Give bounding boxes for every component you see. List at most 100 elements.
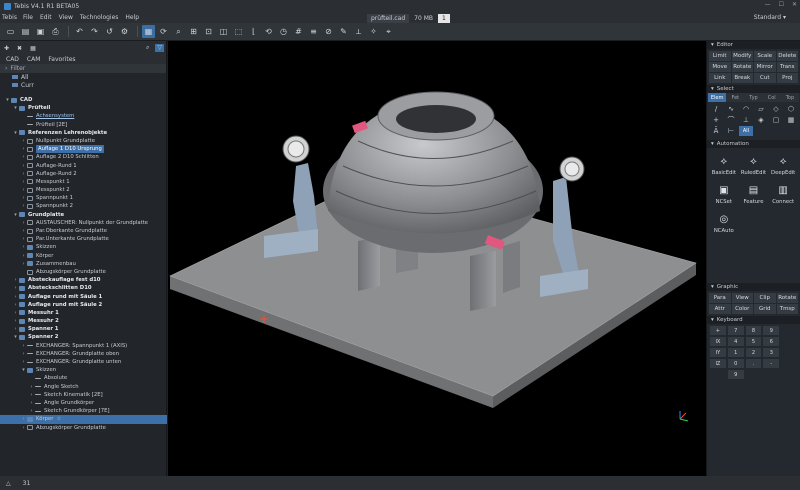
tree-item[interactable]: › Angle Grundkörper [0, 399, 167, 407]
tree-item[interactable]: Achsensystem [0, 112, 167, 120]
add-icon[interactable]: ✚ [4, 45, 9, 52]
collapse-icon[interactable]: › [20, 227, 27, 235]
tab-elem[interactable]: Elem [708, 93, 727, 102]
point-icon[interactable]: + [709, 115, 723, 125]
face-icon[interactable]: ◇ [769, 104, 783, 114]
ncauto-button[interactable]: ◎ NCAuto [710, 208, 738, 235]
tree-item[interactable]: › Spanner 1 [0, 325, 167, 333]
warning-icon[interactable]: △ [6, 480, 11, 487]
tree-item[interactable]: Absolute [0, 374, 167, 382]
keypad-key[interactable]: IY [710, 348, 726, 357]
collapse-icon[interactable]: › [20, 415, 27, 423]
tree-item[interactable]: › Auflage-Rund 1 [0, 162, 167, 170]
tools-icon[interactable]: ✖ [17, 45, 22, 52]
connect-button[interactable]: ▥ Connect [769, 179, 797, 206]
layer-icon[interactable]: ≡ [307, 25, 320, 38]
collapse-icon[interactable]: › [20, 235, 27, 243]
menu-app[interactable]: Tebis [2, 14, 17, 21]
analysis-icon[interactable]: ✧ [367, 25, 380, 38]
collapse-icon[interactable]: › [20, 219, 27, 227]
collapse-icon[interactable]: › [28, 383, 35, 391]
camera-icon[interactable]: ⌖ [382, 25, 395, 38]
para-button[interactable]: Para [709, 293, 731, 303]
tree-item[interactable]: › Abzugskörper Grundplatte [0, 424, 167, 432]
collapse-icon[interactable]: ▾ [711, 317, 714, 323]
tab-cad[interactable]: CAD [6, 56, 19, 63]
collapse-icon[interactable]: › [28, 399, 35, 407]
rotate-view-icon[interactable]: ⟲ [262, 25, 275, 38]
collapse-icon[interactable]: › [20, 202, 27, 210]
keypad-key[interactable]: 1 [727, 348, 744, 357]
tree-item[interactable]: › Sketch Grundkörper [7E] [0, 407, 167, 415]
dimension-icon[interactable]: ⊢ [724, 126, 738, 136]
tree-item[interactable]: › Spannpunkt 1 [0, 194, 167, 202]
refresh-icon[interactable]: ⟳ [157, 25, 170, 38]
tree-item[interactable]: › Spannpunkt 2 [0, 202, 167, 210]
keypad-key[interactable]: 7 [727, 326, 744, 335]
document-name[interactable]: prüfteil.cad [367, 13, 410, 23]
line-icon[interactable]: / [709, 104, 723, 114]
expand-icon[interactable]: ▾ [12, 104, 19, 112]
keypad-key[interactable]: . [745, 359, 762, 368]
close-icon[interactable]: ✕ [792, 1, 797, 8]
tree-item[interactable]: › Par.Unterkante Grundplatte [0, 235, 167, 243]
tree-item[interactable]: › Körper ☆ [0, 415, 167, 424]
zoom-fit-icon[interactable]: ⊞ [187, 25, 200, 38]
keypad-key[interactable]: + [710, 326, 726, 335]
menu-edit[interactable]: Edit [40, 14, 52, 21]
tab-typ[interactable]: Typ [744, 93, 763, 102]
expand-icon[interactable]: ▾ [12, 129, 19, 137]
tree-item[interactable]: › EXCHANGER: Grundplatte unten [0, 358, 167, 366]
tree-item[interactable]: › EXCHANGER: Spannpunkt 1 (AXIS) [0, 342, 167, 350]
collapse-icon[interactable]: › [12, 276, 19, 284]
collapse-icon[interactable]: › [20, 243, 27, 251]
ncset-button[interactable]: ▣ NCSet [710, 179, 738, 206]
box-icon[interactable]: ▢ [769, 115, 783, 125]
collapse-icon[interactable]: › [20, 153, 27, 161]
collapse-icon[interactable]: › [20, 358, 27, 366]
tree-item[interactable]: › Zusammenbau [0, 260, 167, 268]
tools-icon[interactable]: ✎ [337, 25, 350, 38]
timer-icon[interactable]: ◷ [277, 25, 290, 38]
keypad-key[interactable]: IX [710, 337, 726, 346]
3d-viewport[interactable] [168, 41, 706, 476]
tree-item[interactable]: › EXCHANGER: Grundplatte oben [0, 350, 167, 358]
tree-item[interactable]: › Auflage rund mit Säule 2 [0, 301, 167, 309]
tree-item[interactable]: › Absteckauflage fest d10 [0, 276, 167, 284]
collapse-icon[interactable]: › [12, 284, 19, 292]
collapse-icon[interactable]: › [20, 145, 27, 153]
basicedit-button[interactable]: ⟡ BasicEdit [710, 150, 738, 177]
clip-button[interactable]: Clip [754, 293, 776, 303]
collapse-icon[interactable]: › [20, 424, 27, 432]
menu-help[interactable]: Help [125, 14, 139, 21]
undo-icon[interactable]: ↶ [73, 25, 86, 38]
keypad-key[interactable]: 0 [727, 359, 744, 368]
move-button[interactable]: Move [709, 62, 731, 72]
link-button[interactable]: Link [709, 73, 731, 83]
expand-icon[interactable]: ▾ [20, 366, 27, 374]
tree-item[interactable]: › AUSTAUSCHER: Nullpunkt der Grundplatte [0, 219, 167, 227]
tree-item[interactable]: › Angle Sketch [0, 383, 167, 391]
tree-item[interactable]: › Absteckschlitten D10 [0, 284, 167, 292]
tab-cam[interactable]: CAM [27, 56, 40, 63]
keypad-key[interactable]: 9 [727, 370, 744, 379]
tree-item[interactable]: ▾ Spanner 2 [0, 333, 167, 341]
cut-button[interactable]: Cut [754, 73, 776, 83]
proj-button[interactable]: Proj [776, 73, 798, 83]
tree-item[interactable]: › Auflage rund mit Säule 1 [0, 293, 167, 301]
tree-item[interactable]: › Körper [0, 252, 167, 260]
collapse-icon[interactable]: ▾ [711, 141, 714, 147]
new-icon[interactable]: ▭ [4, 25, 17, 38]
rotate-view-button[interactable]: Rotate [776, 293, 798, 303]
filter-row[interactable]: › Filter [0, 64, 166, 73]
minimize-icon[interactable]: — [765, 1, 771, 8]
collapse-icon[interactable]: › [20, 178, 27, 186]
collapse-icon[interactable]: › [28, 407, 35, 415]
tree-item[interactable]: › Auflage 2 D10 Schlitten [0, 153, 167, 161]
page-number[interactable]: 1 [438, 13, 450, 23]
graphic-header[interactable]: ▾ Graphic [707, 283, 800, 291]
zoom-window-icon[interactable]: ⊡ [202, 25, 215, 38]
collapse-icon[interactable]: › [20, 170, 27, 178]
coordinate-system-icon[interactable]: ⌊ [247, 25, 260, 38]
tree-item[interactable]: › Sketch Kinematik [2E] [0, 391, 167, 399]
